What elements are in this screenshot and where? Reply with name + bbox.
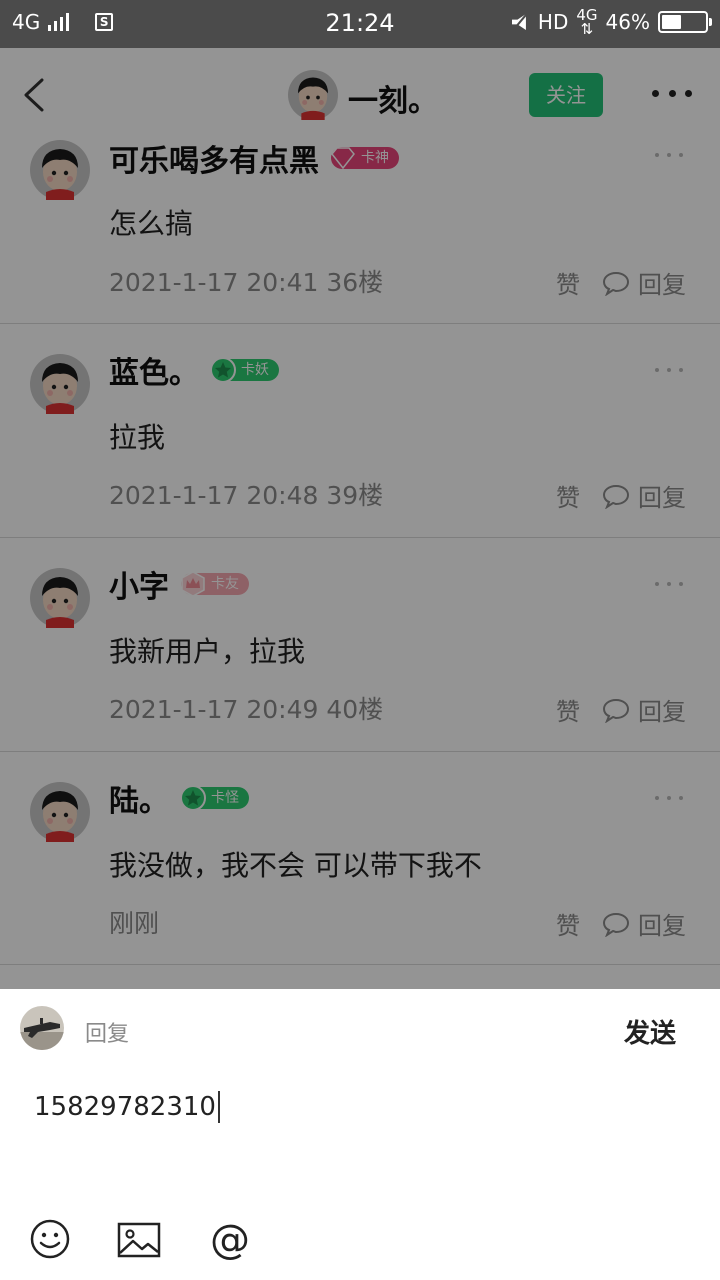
network-type-right: 4G ⇅ <box>576 6 598 38</box>
at-icon[interactable]: @ <box>208 1219 252 1263</box>
network-type-right-label: 4G <box>576 6 598 24</box>
status-left: 4G S <box>12 10 114 34</box>
send-button[interactable]: 发送 <box>624 1013 676 1050</box>
reply-panel: 回复 发送 15829782310 @ <box>0 989 720 1280</box>
network-type-left: 4G <box>12 10 41 34</box>
mute-icon <box>510 12 530 32</box>
status-bar: 4G S 21:24 HD 4G ⇅ 46% <box>0 0 720 48</box>
reply-target-label: 回复 <box>85 1022 130 1047</box>
reply-input-value: 15829782310 <box>34 1092 216 1122</box>
svg-text:@: @ <box>210 1219 250 1263</box>
battery-fill <box>662 15 681 29</box>
smiley-icon[interactable] <box>30 1219 74 1263</box>
sim-icon: S <box>95 13 114 31</box>
signal-icon <box>48 13 70 31</box>
reply-input[interactable]: 15829782310 <box>34 1087 684 1127</box>
text-cursor <box>217 1091 220 1123</box>
modal-backdrop[interactable] <box>0 48 720 989</box>
hd-indicator: HD <box>537 10 569 34</box>
my-avatar <box>20 1006 64 1050</box>
image-icon[interactable] <box>117 1219 161 1263</box>
battery-percent: 46% <box>605 10 650 34</box>
status-right: HD 4G ⇅ 46% <box>510 6 712 38</box>
battery-icon <box>658 11 712 33</box>
